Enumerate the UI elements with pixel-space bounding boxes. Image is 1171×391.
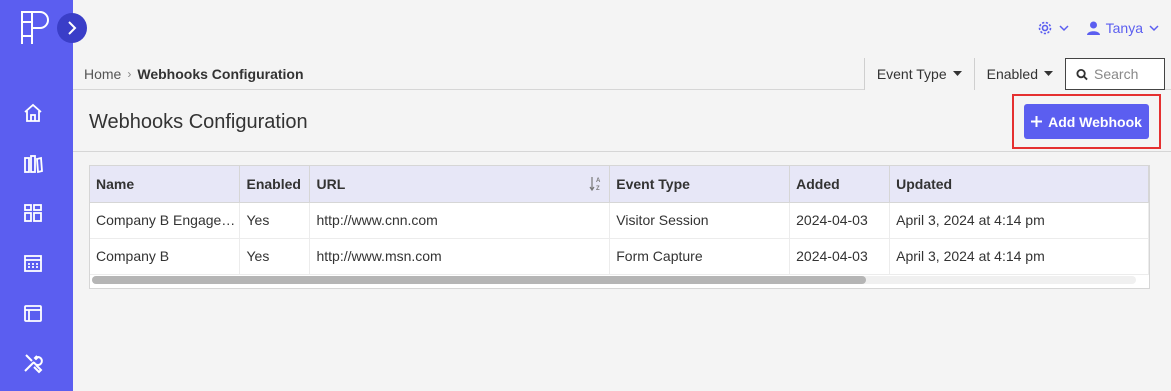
page-header: Webhooks Configuration bbox=[73, 91, 1171, 152]
table-header-row: Name Enabled URL A Z Event Type Added Up… bbox=[90, 166, 1149, 203]
table-row[interactable]: Company B Yes http://www.msn.com Form Ca… bbox=[90, 238, 1149, 275]
chevron-down-icon bbox=[1149, 25, 1159, 32]
column-header-url[interactable]: URL A Z bbox=[309, 166, 611, 203]
calendar-icon[interactable] bbox=[21, 251, 45, 275]
cell-enabled: Yes bbox=[239, 238, 311, 275]
sort-az-icon[interactable]: A Z bbox=[589, 176, 603, 192]
cell-enabled: Yes bbox=[239, 202, 311, 239]
browser-window-icon[interactable] bbox=[21, 301, 45, 325]
sidebar bbox=[0, 0, 87, 391]
cell-updated: April 3, 2024 at 4:14 pm bbox=[889, 202, 1149, 239]
svg-text:Z: Z bbox=[596, 186, 600, 192]
gear-icon bbox=[1038, 21, 1051, 35]
chevron-right-icon: › bbox=[127, 67, 132, 81]
search-box[interactable] bbox=[1065, 58, 1165, 90]
user-menu[interactable]: Tanya bbox=[1086, 20, 1159, 36]
plus-icon bbox=[1031, 116, 1043, 127]
breadcrumb: Home › Webhooks Configuration bbox=[84, 66, 304, 82]
enabled-filter[interactable]: Enabled bbox=[973, 58, 1065, 90]
column-header-enabled[interactable]: Enabled bbox=[239, 166, 311, 203]
cell-name: Company B Engage… bbox=[90, 202, 241, 239]
page-title: Webhooks Configuration bbox=[89, 111, 308, 133]
svg-text:A: A bbox=[596, 178, 601, 184]
column-header-updated[interactable]: Updated bbox=[889, 166, 1149, 203]
webhooks-table: Name Enabled URL A Z Event Type Added Up… bbox=[89, 165, 1150, 289]
home-icon[interactable] bbox=[21, 101, 45, 125]
enabled-filter-label: Enabled bbox=[986, 66, 1038, 82]
column-header-url-label: URL bbox=[316, 175, 346, 192]
cell-url: http://www.msn.com bbox=[309, 238, 611, 275]
cell-added: 2024-04-03 bbox=[789, 202, 891, 239]
column-header-event-type[interactable]: Event Type bbox=[609, 166, 791, 203]
sidebar-toggle-button[interactable] bbox=[57, 13, 87, 43]
search-icon bbox=[1076, 68, 1088, 80]
library-icon[interactable] bbox=[21, 152, 45, 176]
chevron-right-icon bbox=[68, 21, 77, 35]
caret-down-icon bbox=[952, 71, 962, 76]
cell-url: http://www.cnn.com bbox=[309, 202, 611, 239]
table-row[interactable]: Company B Engage… Yes http://www.cnn.com… bbox=[90, 202, 1149, 239]
add-webhook-label: Add Webhook bbox=[1048, 113, 1142, 130]
cell-name: Company B bbox=[90, 238, 241, 275]
cell-updated: April 3, 2024 at 4:14 pm bbox=[889, 238, 1149, 275]
settings-menu[interactable] bbox=[1037, 20, 1069, 36]
logo-icon bbox=[18, 10, 54, 46]
horizontal-scrollbar[interactable] bbox=[92, 276, 1136, 284]
breadcrumb-home[interactable]: Home bbox=[84, 66, 121, 82]
cell-added: 2024-04-03 bbox=[789, 238, 891, 275]
scrollbar-thumb[interactable] bbox=[92, 276, 866, 284]
cell-event-type: Visitor Session bbox=[609, 202, 791, 239]
user-icon bbox=[1086, 21, 1100, 35]
dashboard-icon[interactable] bbox=[21, 201, 45, 225]
chevron-down-icon bbox=[1059, 25, 1069, 32]
add-webhook-button[interactable]: Add Webhook bbox=[1024, 104, 1149, 139]
column-header-name[interactable]: Name bbox=[90, 166, 241, 203]
tools-icon[interactable] bbox=[21, 351, 45, 375]
user-name: Tanya bbox=[1105, 20, 1143, 36]
event-type-filter-label: Event Type bbox=[876, 66, 947, 82]
event-type-filter[interactable]: Event Type bbox=[863, 58, 974, 90]
breadcrumb-current: Webhooks Configuration bbox=[137, 66, 304, 82]
cell-event-type: Form Capture bbox=[609, 238, 791, 275]
topbar-right: Tanya bbox=[1037, 14, 1159, 42]
caret-down-icon bbox=[1044, 71, 1053, 76]
breadcrumb-bar: Home › Webhooks Configuration Event Type… bbox=[73, 58, 1171, 90]
column-header-added[interactable]: Added bbox=[789, 166, 891, 203]
search-input[interactable] bbox=[1094, 66, 1164, 82]
filter-group: Event Type Enabled bbox=[863, 58, 1165, 90]
